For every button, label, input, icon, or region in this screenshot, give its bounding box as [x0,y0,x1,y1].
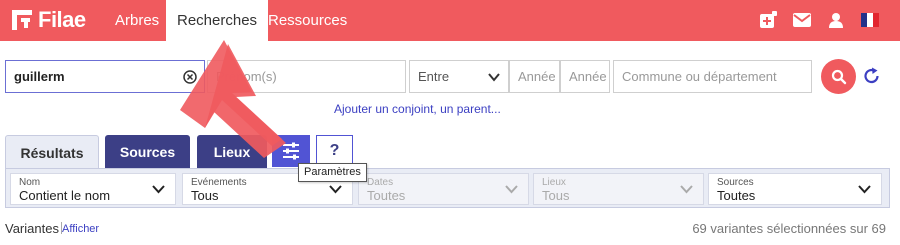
year-from-input[interactable]: Année [509,60,560,93]
filter-sources[interactable]: Sources Toutes [708,173,882,205]
chevron-down-icon [680,185,693,194]
filae-logo[interactable]: Filae [10,7,86,33]
chevron-down-icon [505,185,518,194]
reset-icon[interactable] [862,66,882,86]
period-select-value: Entre [418,69,450,84]
name-input-value: guillerm [14,69,65,84]
year-to-placeholder: Année [569,69,607,84]
clear-icon[interactable] [183,70,197,84]
firstname-input[interactable]: Prénom(s) [207,60,406,93]
settings-tooltip: Paramètres [298,163,367,182]
tab-sources[interactable]: Sources [105,135,190,169]
nav-ressources[interactable]: Ressources [257,0,358,41]
filter-label: Sources [717,177,754,188]
variants-label: Variantes [5,221,59,236]
filter-dates[interactable]: Dates Toutes [358,173,529,205]
nav-arbres[interactable]: Arbres [104,0,170,41]
firstname-placeholder: Prénom(s) [216,69,277,84]
mail-icon[interactable] [792,10,812,30]
user-icon[interactable] [826,10,846,30]
afficher-link[interactable]: Afficher [62,223,99,235]
tab-lieux[interactable]: Lieux [197,135,267,169]
top-navigation-bar: Filae Arbres Recherches Ressources [0,0,900,41]
nav-recherches[interactable]: Recherches [166,0,269,41]
year-from-placeholder: Année [518,69,556,84]
brand-name: Filae [38,7,86,32]
period-select[interactable]: Entre [409,60,509,93]
chevron-down-icon [329,185,342,194]
selected-variants-count: 69 variantes sélectionnées sur 69 [692,221,886,236]
add-relative-link[interactable]: Ajouter un conjoint, un parent... [334,102,501,116]
chevron-down-icon [858,185,871,194]
sliders-icon [283,142,299,160]
tab-results[interactable]: Résultats [5,135,99,169]
filter-value: Tous [191,188,219,203]
add-tree-icon[interactable] [758,10,778,30]
filter-value: Tous [542,188,570,203]
search-button[interactable] [821,59,856,94]
search-icon [831,69,846,84]
filter-nom[interactable]: Nom Contient le nom [10,173,176,205]
page: Filae Arbres Recherches Ressources guill… [0,0,900,245]
topbar-icons [758,10,880,30]
chevron-down-icon [488,73,500,82]
filter-lieux[interactable]: Lieux Tous [533,173,704,205]
filter-value: Toutes [717,188,756,203]
filter-label: Lieux [542,177,566,188]
french-flag-icon[interactable] [860,10,880,30]
name-input[interactable]: guillerm [5,60,205,93]
filter-label: Dates [367,177,394,188]
place-input[interactable]: Commune ou département [613,60,812,93]
year-to-input[interactable]: Année [560,60,610,93]
filter-value: Toutes [367,188,406,203]
place-placeholder: Commune ou département [622,69,777,84]
filae-logo-icon [12,10,32,30]
chevron-down-icon [152,185,165,194]
